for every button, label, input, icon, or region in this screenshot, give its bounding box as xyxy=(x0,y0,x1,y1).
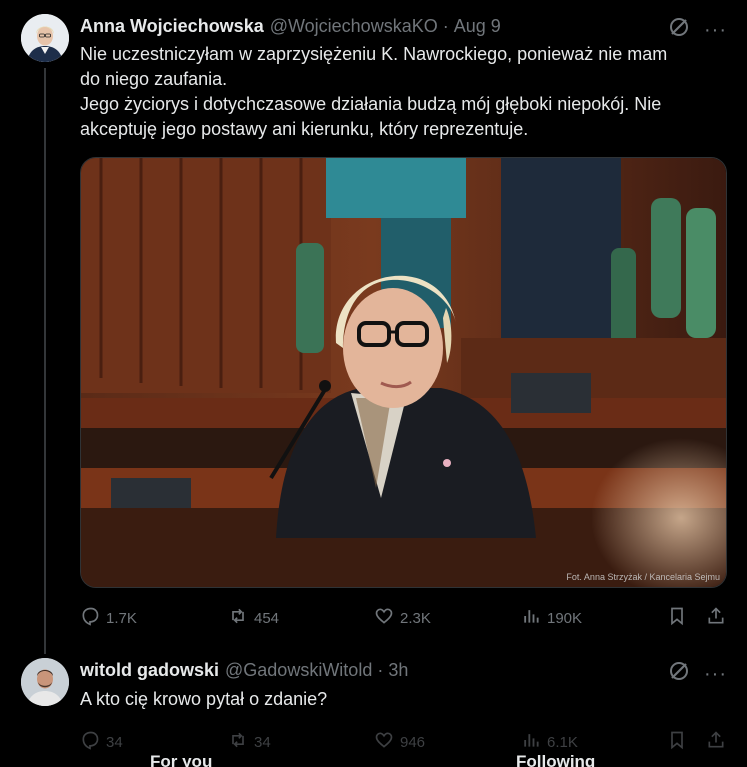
avatar-anna[interactable] xyxy=(21,14,69,62)
share-icon xyxy=(706,606,726,630)
tab-following[interactable]: Following xyxy=(516,752,595,767)
tweet-time[interactable]: Aug 9 xyxy=(454,16,501,37)
separator-dot: · xyxy=(377,659,384,680)
photo-credit: Fot. Anna Strzyżak / Kancelaria Sejmu xyxy=(566,572,720,582)
share-button[interactable] xyxy=(706,730,726,754)
author-handle[interactable]: @WojciechowskaKO xyxy=(270,16,438,37)
repost-button[interactable]: 34 xyxy=(228,730,271,754)
grok-icon[interactable] xyxy=(668,16,690,43)
tweet-header: witold gadowski @GadowskiWitold · 3h xyxy=(80,659,408,681)
thread-line xyxy=(44,68,46,654)
reply-button[interactable]: 34 xyxy=(80,730,123,754)
like-button[interactable]: 946 xyxy=(374,730,425,754)
tweet-text: Nie uczestniczyłam w zaprzysiężeniu K. N… xyxy=(80,42,720,142)
tweet-text-line: Jego życiorys i dotychczasowe działania … xyxy=(80,94,662,114)
share-icon xyxy=(706,730,726,754)
reply-count: 1.7K xyxy=(106,609,137,627)
views-count: 6.1K xyxy=(547,733,578,751)
tweet-photo[interactable]: Fot. Anna Strzyżak / Kancelaria Sejmu xyxy=(80,157,727,588)
bookmark-button[interactable] xyxy=(667,606,687,630)
reply-actions: 34 34 946 6.1K xyxy=(80,730,727,752)
tweet-text-line: do niego zaufania. xyxy=(80,69,228,89)
repost-button[interactable]: 454 xyxy=(228,606,279,630)
tweet-time[interactable]: 3h xyxy=(388,660,408,681)
views-button[interactable]: 6.1K xyxy=(521,730,578,754)
repost-count: 454 xyxy=(254,609,280,627)
tweet-top-actions: ··· xyxy=(668,660,727,687)
tab-for-you[interactable]: For you xyxy=(150,752,212,767)
author-name[interactable]: Anna Wojciechowska xyxy=(80,16,264,37)
repost-icon xyxy=(228,730,248,754)
tweet-top-actions: ··· xyxy=(668,16,727,43)
views-icon xyxy=(521,730,541,754)
views-button[interactable]: 190K xyxy=(521,606,582,630)
like-count: 946 xyxy=(400,733,426,751)
more-icon[interactable]: ··· xyxy=(704,20,727,40)
heart-icon xyxy=(374,730,394,754)
reply-button[interactable]: 1.7K xyxy=(80,606,137,630)
bookmark-icon xyxy=(667,730,687,754)
share-button[interactable] xyxy=(706,606,726,630)
tweet-text: A kto cię krowo pytał o zdanie? xyxy=(80,687,720,712)
grok-icon[interactable] xyxy=(668,660,690,687)
tweet-text-line: Nie uczestniczyłam w zaprzysiężeniu K. N… xyxy=(80,44,668,64)
views-count: 190K xyxy=(547,609,583,627)
tweet-actions: 1.7K 454 2.3K 190K xyxy=(80,606,727,628)
tweet-text-line: akceptuję jego postawy ani kierunku, któ… xyxy=(80,119,529,139)
avatar-witold[interactable] xyxy=(21,658,69,706)
timeline-tabs: For you Following xyxy=(0,752,747,767)
views-icon xyxy=(521,606,541,630)
reply-count: 34 xyxy=(106,733,123,751)
bookmark-icon xyxy=(667,606,687,630)
reply-icon xyxy=(80,606,100,630)
like-count: 2.3K xyxy=(400,609,431,627)
repost-count: 34 xyxy=(254,733,271,751)
tweet-header: Anna Wojciechowska @WojciechowskaKO · Au… xyxy=(80,15,501,37)
like-button[interactable]: 2.3K xyxy=(374,606,431,630)
more-icon[interactable]: ··· xyxy=(704,664,727,684)
tweet-original[interactable]: Anna Wojciechowska @WojciechowskaKO · Au… xyxy=(0,0,747,654)
heart-icon xyxy=(374,606,394,630)
author-handle[interactable]: @GadowskiWitold xyxy=(225,660,372,681)
repost-icon xyxy=(228,606,248,630)
tweet-text-line: A kto cię krowo pytał o zdanie? xyxy=(80,689,328,709)
bookmark-button[interactable] xyxy=(667,730,687,754)
reply-icon xyxy=(80,730,100,754)
separator-dot: · xyxy=(442,15,449,36)
author-name[interactable]: witold gadowski xyxy=(80,660,219,681)
